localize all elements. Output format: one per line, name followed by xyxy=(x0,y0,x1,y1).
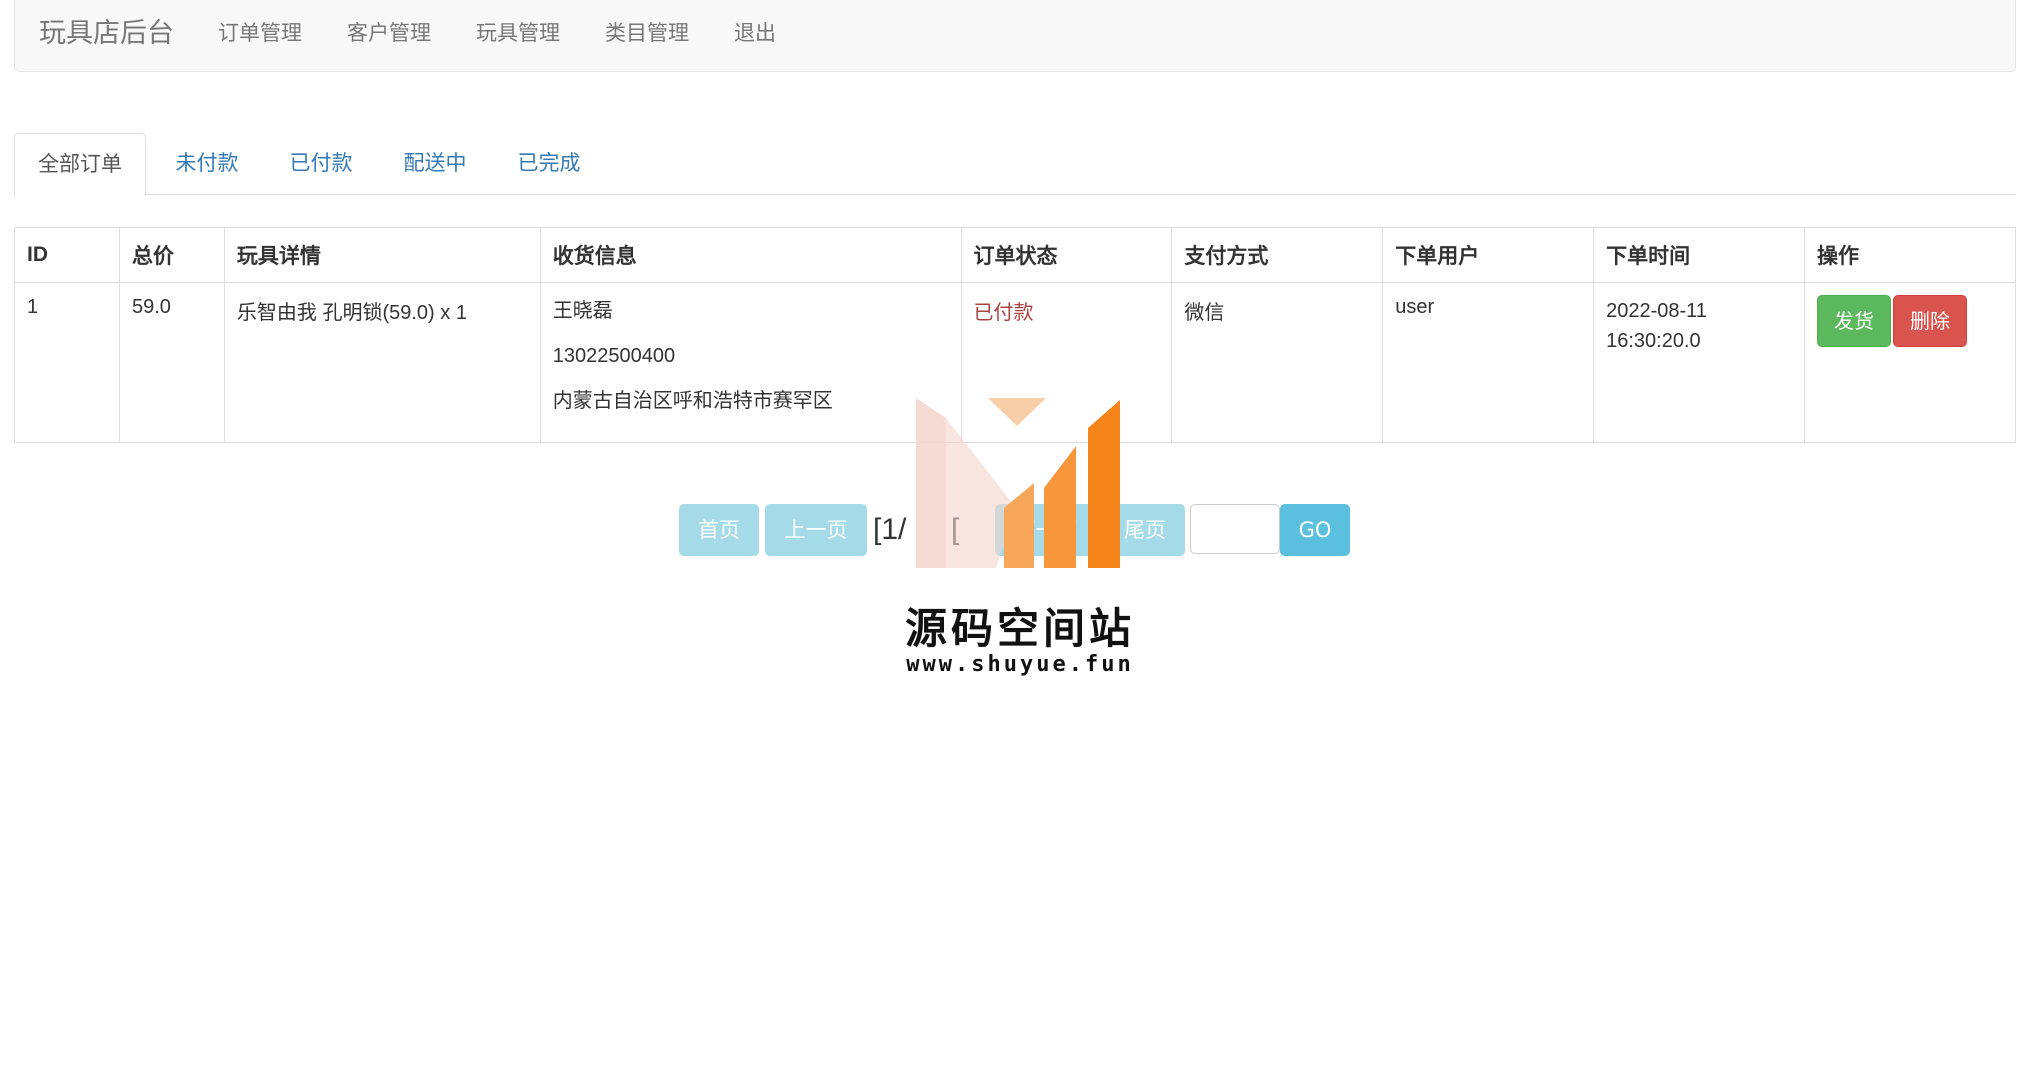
nav-item-orders[interactable]: 订单管理 xyxy=(218,21,302,47)
nav-item-customers[interactable]: 客户管理 xyxy=(347,21,431,47)
header-user: 下单用户 xyxy=(1382,227,1595,283)
header-total: 总价 xyxy=(118,227,225,283)
cell-total: 59.0 xyxy=(118,282,225,443)
header-actions: 操作 xyxy=(1804,227,2016,283)
watermark-url: www.shuyue.fun xyxy=(906,652,1134,677)
cell-id: 1 xyxy=(14,282,120,443)
tab-paid[interactable]: 已付款 xyxy=(270,133,372,195)
table-header-row: ID 总价 玩具详情 收货信息 订单状态 支付方式 下单用户 下单时间 操作 xyxy=(14,227,2016,283)
receiver-phone: 13022500400 xyxy=(552,345,676,367)
tab-completed[interactable]: 已完成 xyxy=(498,133,600,195)
tab-all-orders[interactable]: 全部订单 xyxy=(14,133,146,196)
order-status-tabs: 全部订单 未付款 已付款 配送中 已完成 xyxy=(14,133,2016,196)
page-number-input[interactable] xyxy=(1190,504,1280,554)
cell-time: 2022-08-11 16:30:20.0 xyxy=(1593,282,1806,443)
tab-unpaid[interactable]: 未付款 xyxy=(156,133,258,195)
top-navbar: 玩具店后台 订单管理 客户管理 玩具管理 类目管理 退出 xyxy=(14,0,2016,72)
receiver-name: 王晓磊 xyxy=(552,300,613,322)
cell-payment: 微信 xyxy=(1171,282,1384,443)
cell-detail: 乐智由我 孔明锁(59.0) x 1 xyxy=(223,282,541,443)
ship-button[interactable]: 发货 xyxy=(1817,295,1892,347)
page-info-current: [1/ xyxy=(873,513,907,546)
receiver-address: 内蒙古自治区呼和浩特市赛罕区 xyxy=(552,390,833,412)
nav-item-logout[interactable]: 退出 xyxy=(734,21,776,47)
watermark-logo-icon xyxy=(916,398,1120,568)
watermark-title: 源码空间站 xyxy=(904,604,1135,653)
cell-actions: 发货 删除 xyxy=(1804,282,2016,443)
nav-item-categories[interactable]: 类目管理 xyxy=(605,21,689,47)
prev-page-button[interactable]: 上一页 xyxy=(765,504,867,556)
header-payment: 支付方式 xyxy=(1171,227,1384,283)
header-time: 下单时间 xyxy=(1593,227,1806,283)
cell-user: user xyxy=(1382,282,1595,443)
brand-title[interactable]: 玩具店后台 xyxy=(39,16,174,50)
tab-delivering[interactable]: 配送中 xyxy=(384,133,486,195)
cell-receiver: 王晓磊 13022500400 内蒙古自治区呼和浩特市赛罕区 xyxy=(539,282,962,443)
go-button[interactable]: GO xyxy=(1280,504,1350,556)
nav-item-toys[interactable]: 玩具管理 xyxy=(476,21,560,47)
header-status: 订单状态 xyxy=(960,227,1173,283)
order-date: 2022-08-11 xyxy=(1606,300,1707,322)
delete-button[interactable]: 删除 xyxy=(1893,295,1968,347)
header-receiver: 收货信息 xyxy=(539,227,962,283)
header-id: ID xyxy=(14,227,120,283)
order-time: 16:30:20.0 xyxy=(1606,330,1701,352)
first-page-button[interactable]: 首页 xyxy=(679,504,759,556)
header-detail: 玩具详情 xyxy=(223,227,541,283)
